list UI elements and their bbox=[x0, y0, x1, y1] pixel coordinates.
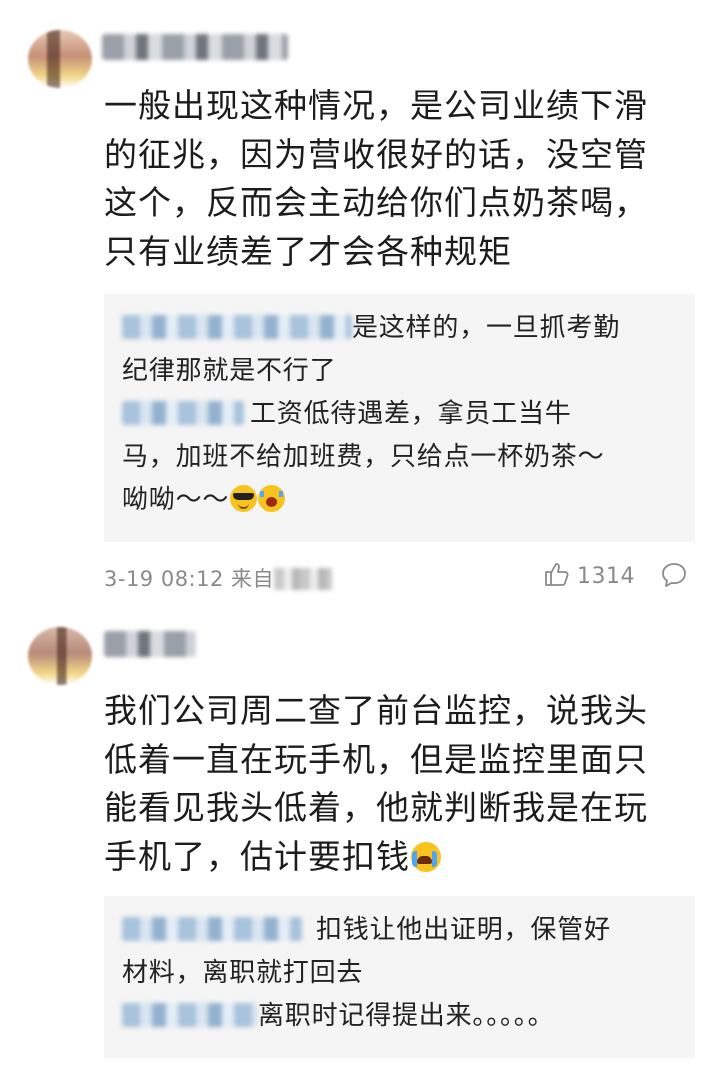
reply-text: 扣钱让他出证明，保管好 bbox=[316, 915, 611, 945]
comment-line: 低着一直在玩手机，但是监控里面只 bbox=[104, 739, 648, 779]
reply-text: 工资低待遇差，拿员工当牛 bbox=[250, 399, 572, 429]
replies-box[interactable]: 扣钱让他出证明，保管好 材料，离职就打回去 离职时记得提出来。。。。。 bbox=[104, 896, 695, 1058]
username-blurred[interactable] bbox=[104, 631, 196, 657]
reply-text: 马，加班不给加班费，只给点一杯奶茶～ bbox=[122, 442, 605, 472]
comment-bubble-icon bbox=[660, 561, 688, 593]
reply-username-blurred[interactable] bbox=[122, 917, 302, 941]
replies-box[interactable]: 是这样的，一旦抓考勤 纪律那就是不行了 工资低待遇差，拿员工当牛 马，加班不给加… bbox=[104, 294, 695, 542]
comment-meta: 3-19 08:12 来自 bbox=[104, 563, 333, 593]
comment-line: 能看见我头低着，他就判断我是在玩 bbox=[104, 788, 648, 827]
sobbing-emoji bbox=[411, 841, 441, 872]
comment-line: 我们公司周二查了前台监控，说我头 bbox=[104, 691, 648, 730]
comment-line: 这个，反而会主动给你们点奶茶喝， bbox=[104, 183, 648, 222]
comment-time: 3-19 08:12 bbox=[104, 567, 224, 591]
comment-text: 我们公司周二查了前台监控，说我头 低着一直在玩手机，但是监控里面只 能看见我头低… bbox=[104, 687, 704, 881]
reply-item[interactable]: 工资低待遇差，拿员工当牛 马，加班不给加班费，只给点一杯奶茶～ 呦呦～～ bbox=[122, 393, 687, 522]
comment-source: 来自 bbox=[231, 567, 275, 591]
reply-item[interactable]: 扣钱让他出证明，保管好 材料，离职就打回去 bbox=[122, 909, 687, 995]
source-blurred bbox=[274, 568, 333, 590]
comment-line: 的征兆，因为营收很好的话，没空管 bbox=[104, 134, 648, 174]
reply-item[interactable]: 是这样的，一旦抓考勤 纪律那就是不行了 bbox=[122, 307, 687, 393]
cool-emoji bbox=[230, 485, 258, 512]
reply-button[interactable] bbox=[660, 561, 688, 593]
comment-line: 只有业绩差了才会各种规矩 bbox=[104, 231, 512, 271]
reply-item[interactable]: 离职时记得提出来。。。。。 bbox=[122, 995, 687, 1038]
reply-text: 呦呦～～ bbox=[122, 485, 230, 515]
comment-line: 一般出现这种情况，是公司业绩下滑 bbox=[104, 86, 648, 125]
comment-text: 一般出现这种情况，是公司业绩下滑 的征兆，因为营收很好的话，没空管 这个，反而会… bbox=[104, 82, 704, 276]
username-blurred[interactable] bbox=[102, 34, 288, 60]
crying-laughing-emoji bbox=[258, 485, 286, 512]
reply-username-blurred[interactable] bbox=[122, 1003, 258, 1027]
user-avatar[interactable] bbox=[28, 627, 92, 685]
reply-text: 离职时记得提出来。。。。。 bbox=[258, 1001, 555, 1031]
like-count: 1314 bbox=[577, 563, 635, 589]
user-avatar[interactable] bbox=[28, 30, 92, 88]
reply-text: 材料，离职就打回去 bbox=[122, 958, 364, 988]
comment-line: 手机了，估计要扣钱 bbox=[104, 836, 410, 876]
like-button[interactable]: 1314 bbox=[543, 560, 635, 592]
reply-username-blurred[interactable] bbox=[122, 401, 244, 425]
reply-text: 是这样的，一旦抓考勤 bbox=[352, 313, 621, 343]
thumbs-up-icon bbox=[543, 560, 571, 592]
reply-text: 纪律那就是不行了 bbox=[122, 356, 337, 386]
reply-username-blurred[interactable] bbox=[122, 315, 352, 339]
